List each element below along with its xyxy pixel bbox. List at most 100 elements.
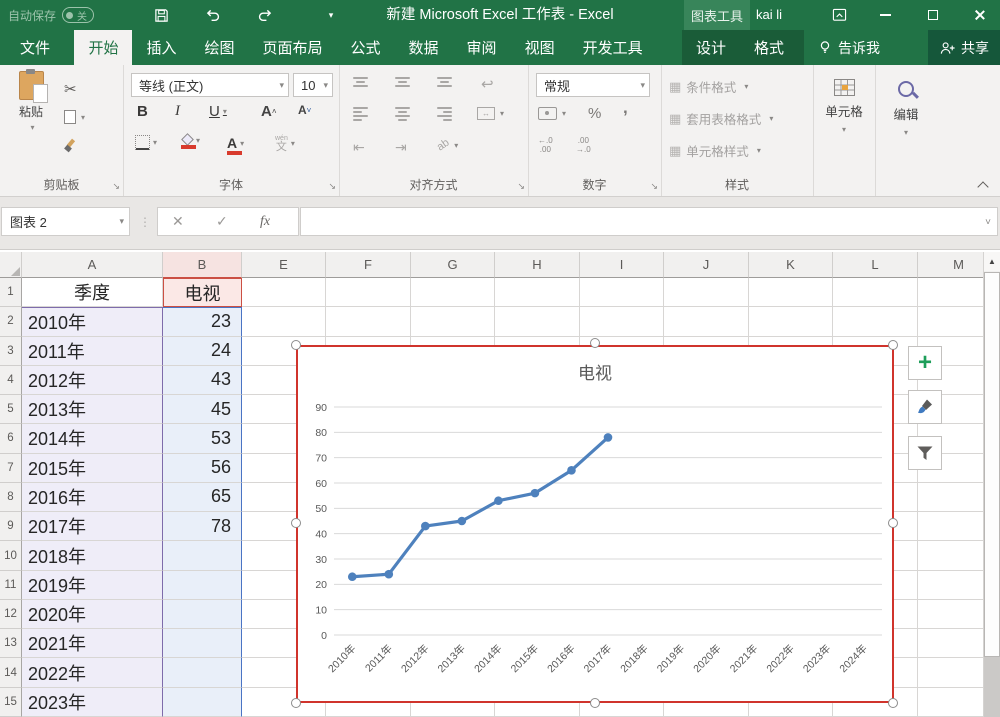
format-as-table-button[interactable]: ▦ 套用表格格式: [669, 109, 773, 128]
tab-审阅[interactable]: 审阅: [453, 30, 511, 65]
cell-J2[interactable]: [664, 307, 749, 337]
data-point[interactable]: [421, 521, 430, 531]
tab-页面布局[interactable]: 页面布局: [249, 30, 337, 65]
collapse-ribbon-button[interactable]: [978, 180, 988, 190]
row-header-14[interactable]: 14: [0, 658, 22, 688]
copy-button[interactable]: [64, 105, 106, 129]
cell-B14[interactable]: [163, 658, 242, 688]
chart-handle-sw[interactable]: [291, 698, 301, 708]
chart-handle-w[interactable]: [291, 518, 301, 528]
underline-button[interactable]: U: [209, 103, 227, 120]
tab-file[interactable]: 文件: [0, 30, 70, 65]
chart-styles-button[interactable]: [908, 390, 942, 424]
cell-A12[interactable]: 2020年: [22, 599, 163, 630]
increase-font-size-button[interactable]: A ˄: [261, 103, 277, 120]
data-point[interactable]: [457, 516, 467, 526]
row-header-10[interactable]: 10: [0, 541, 22, 571]
percent-style-button[interactable]: %: [588, 105, 601, 122]
chart-handle-ne[interactable]: [888, 340, 898, 350]
merge-center-button[interactable]: ↔: [477, 107, 504, 120]
decrease-decimal-button[interactable]: .00 →.0: [576, 136, 591, 154]
font-size-select[interactable]: 10 ▾: [293, 73, 333, 97]
cell-B13[interactable]: [163, 629, 242, 659]
name-box-dropdown-icon[interactable]: ▾: [119, 216, 124, 227]
cell-styles-button[interactable]: ▦ 单元格样式: [669, 141, 761, 160]
name-box[interactable]: 图表 2 ▾: [1, 207, 130, 236]
cell-B8[interactable]: 65: [163, 482, 242, 513]
cell-G2[interactable]: [411, 307, 495, 337]
cell-A14[interactable]: 2022年: [22, 658, 163, 688]
row-header-2[interactable]: 2: [0, 307, 22, 337]
cell-E1[interactable]: [242, 278, 326, 308]
increase-indent-button[interactable]: ⇥: [395, 139, 407, 156]
font-color-button[interactable]: A: [227, 135, 244, 155]
chart-elements-button[interactable]: +: [908, 346, 942, 380]
enter-button[interactable]: ✓: [216, 208, 228, 235]
phonetic-guide-button[interactable]: wén 文: [275, 135, 295, 153]
tab-format[interactable]: 格式: [740, 30, 798, 65]
column-header-E[interactable]: E: [242, 252, 326, 278]
row-header-7[interactable]: 7: [0, 453, 22, 483]
select-all-corner[interactable]: [0, 252, 22, 278]
column-header-I[interactable]: I: [580, 252, 664, 278]
fill-color-button[interactable]: [181, 135, 200, 149]
scrollbar-track[interactable]: [984, 657, 1000, 717]
cell-H2[interactable]: [495, 307, 580, 337]
align-right-button[interactable]: [437, 107, 452, 121]
column-header-H[interactable]: H: [495, 252, 580, 278]
scrollbar-thumb[interactable]: [984, 272, 1000, 657]
row-header-9[interactable]: 9: [0, 512, 22, 542]
insert-function-button[interactable]: fx: [260, 208, 270, 235]
ribbon-display-options-button[interactable]: [822, 0, 856, 30]
conditional-formatting-button[interactable]: ▦ 条件格式: [669, 77, 748, 96]
tell-me-button[interactable]: 告诉我: [818, 30, 880, 65]
cell-H1[interactable]: [495, 278, 580, 308]
cut-button[interactable]: ✂: [64, 77, 106, 101]
row-header-13[interactable]: 13: [0, 629, 22, 659]
minimize-button[interactable]: [868, 0, 902, 30]
tab-绘图[interactable]: 绘图: [190, 30, 248, 65]
cell-I1[interactable]: [580, 278, 664, 308]
column-header-F[interactable]: F: [326, 252, 411, 278]
save-button[interactable]: [148, 4, 174, 26]
row-header-6[interactable]: 6: [0, 424, 22, 454]
undo-button[interactable]: [200, 4, 226, 26]
align-bottom-button[interactable]: [437, 77, 452, 87]
orientation-button[interactable]: ab: [435, 137, 458, 154]
tab-视图[interactable]: 视图: [511, 30, 569, 65]
cell-B12[interactable]: [163, 599, 242, 630]
cell-F2[interactable]: [326, 307, 411, 337]
cell-I2[interactable]: [580, 307, 664, 337]
cell-A2[interactable]: 2010年: [22, 307, 163, 337]
data-point[interactable]: [603, 433, 613, 442]
font-dialog-launcher-icon[interactable]: ↘: [328, 182, 336, 191]
cell-A15[interactable]: 2023年: [22, 687, 163, 717]
chart-handle-s[interactable]: [590, 698, 600, 708]
data-point[interactable]: [384, 569, 394, 579]
data-point[interactable]: [530, 488, 540, 498]
autosave-toggle[interactable]: 自动保存 关: [8, 0, 95, 30]
vertical-scrollbar[interactable]: ▲: [983, 252, 1000, 717]
cell-B5[interactable]: 45: [163, 395, 242, 425]
cell-E2[interactable]: [242, 307, 326, 337]
cell-B9[interactable]: 78: [163, 512, 242, 542]
row-header-5[interactable]: 5: [0, 395, 22, 425]
cell-B10[interactable]: [163, 541, 242, 571]
cell-B15[interactable]: [163, 687, 242, 717]
cell-A11[interactable]: 2019年: [22, 570, 163, 600]
italic-button[interactable]: I: [175, 103, 180, 120]
redo-button[interactable]: [252, 4, 278, 26]
cell-K2[interactable]: [749, 307, 833, 337]
cell-A7[interactable]: 2015年: [22, 453, 163, 483]
expand-formula-bar-icon[interactable]: ˅: [985, 217, 991, 228]
cell-G1[interactable]: [411, 278, 495, 308]
accounting-format-button[interactable]: [538, 107, 566, 120]
cell-B1[interactable]: 电视: [163, 278, 242, 308]
cell-A13[interactable]: 2021年: [22, 629, 163, 659]
tab-开发工具[interactable]: 开发工具: [569, 30, 657, 65]
cell-A6[interactable]: 2014年: [22, 424, 163, 454]
tab-design[interactable]: 设计: [682, 30, 740, 65]
data-point[interactable]: [567, 466, 576, 475]
decrease-font-size-button[interactable]: A ˅: [298, 103, 311, 117]
cell-A3[interactable]: 2011年: [22, 336, 163, 366]
